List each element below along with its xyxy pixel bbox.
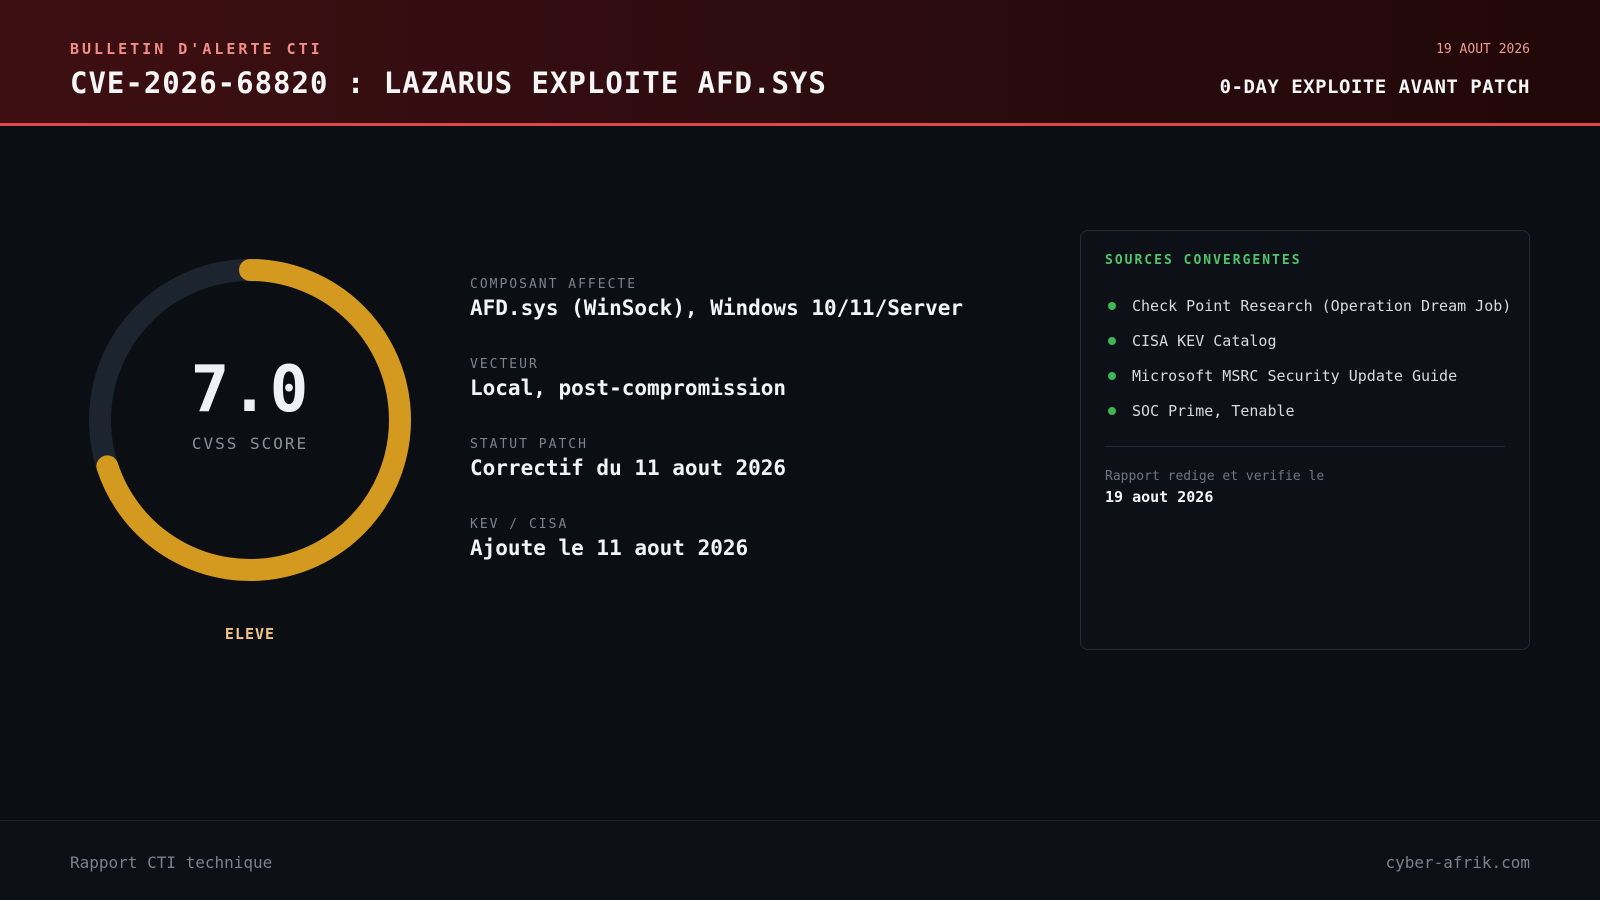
source-label: Microsoft MSRC Security Update Guide [1132,366,1458,385]
detail-component: COMPOSANT AFFECTE AFD.sys (WinSock), Win… [470,277,1030,357]
source-label: CISA KEV Catalog [1132,331,1277,350]
detail-kev: KEV / CISA Ajoute le 11 aout 2026 [470,517,1030,597]
detail-label: STATUT PATCH [470,437,588,452]
alert-header: BULLETIN D'ALERTE CTI CVE-2026-68820 : L… [0,0,1600,126]
cvss-score-label: CVSS SCORE [191,434,309,453]
detail-value: Ajoute le 11 aout 2026 [470,536,749,560]
list-item: Check Point Research (Operation Dream Jo… [1105,288,1511,323]
sources-list: Check Point Research (Operation Dream Jo… [1105,288,1511,428]
footer-report-type: Rapport CTI technique [70,853,273,872]
source-label: SOC Prime, Tenable [1132,401,1295,420]
detail-label: KEV / CISA [470,517,569,532]
detail-vector: VECTEUR Local, post-compromission [470,357,1030,437]
detail-value: AFD.sys (WinSock), Windows 10/11/Server [470,296,964,320]
bullet-dot-icon [1108,371,1116,380]
vulnerability-details: COMPOSANT AFFECTE AFD.sys (WinSock), Win… [470,277,1030,597]
verified-date: 19 aout 2026 [1105,488,1214,506]
cvss-score-value: 7.0 [190,353,310,427]
detail-patch-status: STATUT PATCH Correctif du 11 aout 2026 [470,437,1030,517]
card-divider [1105,446,1505,447]
severity-badge: ELEVE [224,625,276,643]
bulletin-date: 19 AOUT 2026 [1436,42,1530,57]
list-item: SOC Prime, Tenable [1105,393,1505,428]
detail-value: Local, post-compromission [470,376,787,400]
list-item: Microsoft MSRC Security Update Guide [1105,358,1505,393]
detail-value: Correctif du 11 aout 2026 [470,456,787,480]
bullet-dot-icon [1108,406,1116,415]
list-item: CISA KEV Catalog [1105,323,1505,358]
sources-card: SOURCES CONVERGENTES Check Point Researc… [1080,230,1530,650]
detail-label: COMPOSANT AFFECTE [470,277,638,292]
footer-site-link[interactable]: cyber-afrik.com [1386,853,1531,872]
source-label: Check Point Research (Operation Dream Jo… [1132,296,1512,315]
detail-label: VECTEUR [470,357,539,372]
page-footer: Rapport CTI technique cyber-afrik.com [0,820,1600,900]
page-title: CVE-2026-68820 : LAZARUS EXPLOITE AFD.SY… [70,66,827,100]
sources-title: SOURCES CONVERGENTES [1105,253,1302,268]
bullet-dot-icon [1108,301,1116,310]
verified-label: Rapport redige et verifie le [1105,469,1325,484]
bulletin-kicker: BULLETIN D'ALERTE CTI [70,40,323,58]
alert-tagline: 0-DAY EXPLOITE AVANT PATCH [1219,76,1530,98]
cvss-gauge: 7.0 CVSS SCORE [88,258,412,582]
bullet-dot-icon [1108,336,1116,345]
